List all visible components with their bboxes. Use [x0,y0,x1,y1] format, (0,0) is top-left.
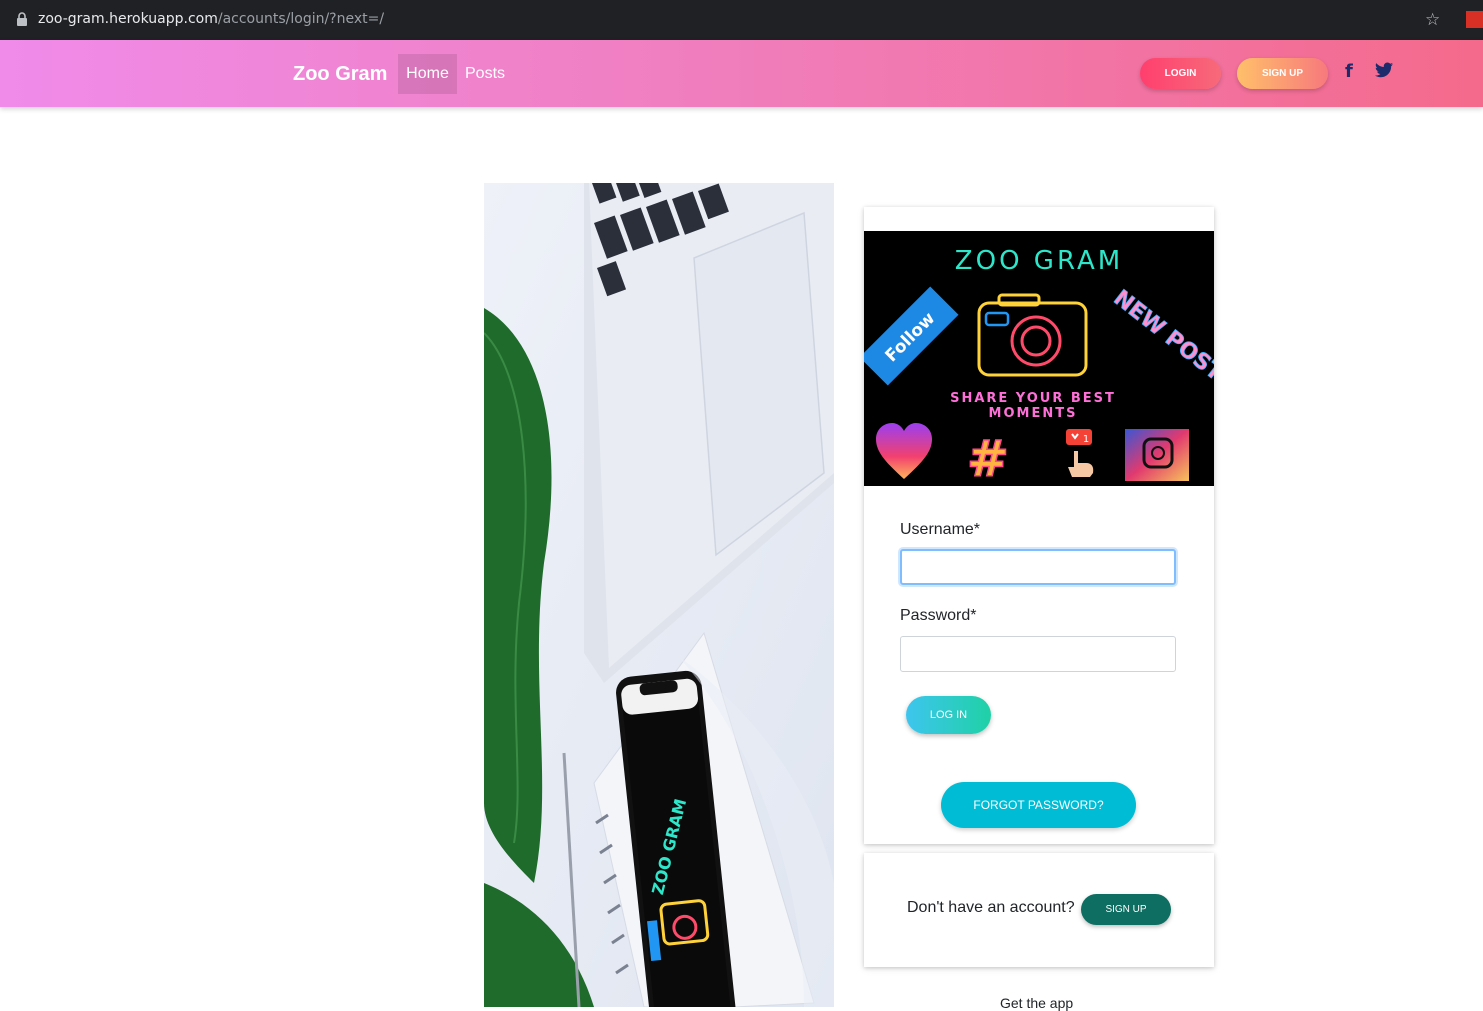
navbar: Zoo Gram Home Posts LOGIN SIGN UP f [0,40,1483,107]
get-the-app-text: Get the app [1000,995,1074,1011]
new-post-text: NEW POST [1109,286,1214,386]
follow-tag: Follow [864,286,959,386]
password-input[interactable] [900,636,1176,672]
tagline-line-2: MOMENTS [989,406,1078,421]
navbar-signup-button[interactable]: SIGN UP [1237,58,1328,89]
zoo-gram-banner: ZOO GRAM Follow NEW POST SHARE YOUR BEST… [864,231,1214,486]
url-field[interactable]: zoo-gram.herokuapp.com/accounts/login/?n… [38,11,384,27]
hashtag-icon: # [967,430,1009,486]
username-input[interactable] [900,549,1176,585]
browser-address-bar: zoo-gram.herokuapp.com/accounts/login/?n… [0,0,1483,40]
facebook-icon[interactable]: f [1345,61,1353,82]
password-label: Password* [900,607,977,624]
banner-title: ZOO GRAM [955,246,1123,276]
bookmark-star-icon[interactable]: ☆ [1425,10,1440,30]
like-notification-icon: 1 [1066,429,1094,477]
url-host: zoo-gram.herokuapp.com [38,11,218,27]
card-signup-button[interactable]: SIGN UP [1081,894,1171,925]
navbar-login-button[interactable]: LOGIN [1140,58,1221,89]
tagline-line-1: SHARE YOUR BEST [950,391,1116,406]
login-card: ZOO GRAM Follow NEW POST SHARE YOUR BEST… [864,207,1214,844]
instagram-icon [1125,429,1189,481]
nav-link-posts[interactable]: Posts [465,54,505,94]
brand-logo[interactable]: Zoo Gram [293,63,387,86]
twitter-icon[interactable] [1375,62,1393,78]
nav-link-home[interactable]: Home [398,54,457,94]
heart-icon [876,423,932,479]
hero-image: ZOO GRAM [484,183,834,1007]
no-account-text: Don't have an account? [907,899,1075,916]
url-path: /accounts/login/?next=/ [217,11,385,27]
forgot-password-button[interactable]: FORGOT PASSWORD? [941,782,1136,828]
login-submit-button[interactable]: LOG IN [906,696,991,734]
username-label: Username* [900,521,981,538]
camera-icon [977,293,1088,377]
extension-icon[interactable] [1466,11,1483,28]
notification-count: 1 [1083,434,1089,445]
lock-icon [17,12,27,26]
signup-card: Don't have an account? SIGN UP [864,853,1214,967]
